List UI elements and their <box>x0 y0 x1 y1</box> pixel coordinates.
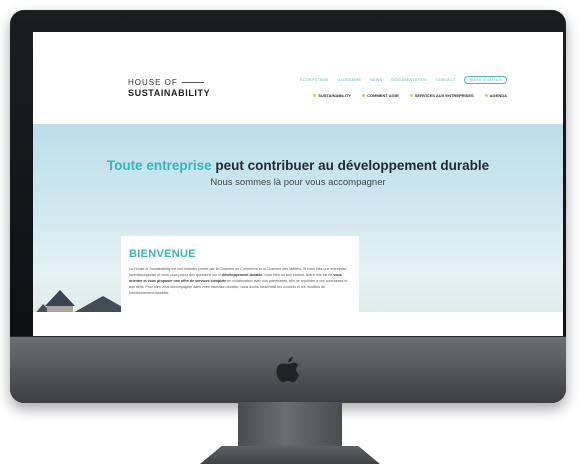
mainnav-item-comment-agir[interactable]: COMMENT AGIR <box>362 93 399 98</box>
welcome-title: BIENVENUE <box>129 248 196 260</box>
monitor-chin <box>10 336 566 403</box>
mainnav-item-services[interactable]: SERVICES AUX ENTREPRISES <box>409 93 474 98</box>
headline-rest: peut contribuer au développement durable <box>211 158 490 173</box>
welcome-text-bold: développement durable <box>222 272 263 277</box>
logo-text-sustainability: SUSTAINABILITY <box>128 88 211 98</box>
header-curve-divider <box>33 100 563 124</box>
welcome-text: La House of Sustainability est une initi… <box>129 267 349 297</box>
mainnav-item-sustainability[interactable]: SUSTAINABILITY <box>313 93 351 98</box>
topnav-item-glossaire[interactable]: GLOSSAIRE <box>337 78 361 82</box>
imac-monitor: HOUSE OF SUSTAINABILITY Initiative de la… <box>10 10 566 403</box>
mainnav-label: SUSTAINABILITY <box>318 93 352 98</box>
logo-line-1: HOUSE OF <box>128 78 210 87</box>
apple-logo-icon <box>276 357 299 382</box>
headline-accent: Toute entreprise <box>106 158 212 173</box>
screen: HOUSE OF SUSTAINABILITY Initiative de la… <box>33 32 563 338</box>
welcome-card: BIENVENUE La House of Sustainability est… <box>121 236 359 336</box>
nav-dot-icon <box>409 94 413 97</box>
logo-rule <box>181 82 204 83</box>
mainnav-label: AGENDA <box>489 93 507 98</box>
mainnav-item-agenda[interactable]: AGENDA <box>484 93 507 98</box>
nav-dot-icon <box>362 94 366 97</box>
main-navigation: SUSTAINABILITY COMMENT AGIR SERVICES AUX… <box>313 93 507 98</box>
monitor-stand-neck <box>238 402 342 448</box>
hero-headline: Toute entreprise peut contribuer au déve… <box>33 158 563 173</box>
top-navigation: ECOSYSTEME GLOSSAIRE NEWS DOCUMENTATION … <box>300 76 507 84</box>
nav-dot-icon <box>484 94 488 97</box>
toolbox-button[interactable]: BOÎTE À OUTILS <box>464 76 507 84</box>
welcome-text-part: , vous êtes au bon endroit. Notre rôle e… <box>262 272 334 277</box>
hero-subline: Nous sommes là pour vous accompagner <box>210 177 386 188</box>
topnav-item-news[interactable]: NEWS <box>370 78 382 82</box>
topnav-item-ecosysteme[interactable]: ECOSYSTEME <box>300 78 328 82</box>
mainnav-label: SERVICES AUX ENTREPRISES <box>414 93 474 98</box>
topnav-item-contact[interactable]: CONTACT <box>436 78 455 82</box>
monitor-stand-foot <box>200 446 380 464</box>
nav-dot-icon <box>313 94 317 97</box>
mainnav-label: COMMENT AGIR <box>367 93 399 98</box>
logo-text-house-of: HOUSE OF <box>128 78 178 87</box>
topnav-item-documentation[interactable]: DOCUMENTATION <box>391 78 427 82</box>
